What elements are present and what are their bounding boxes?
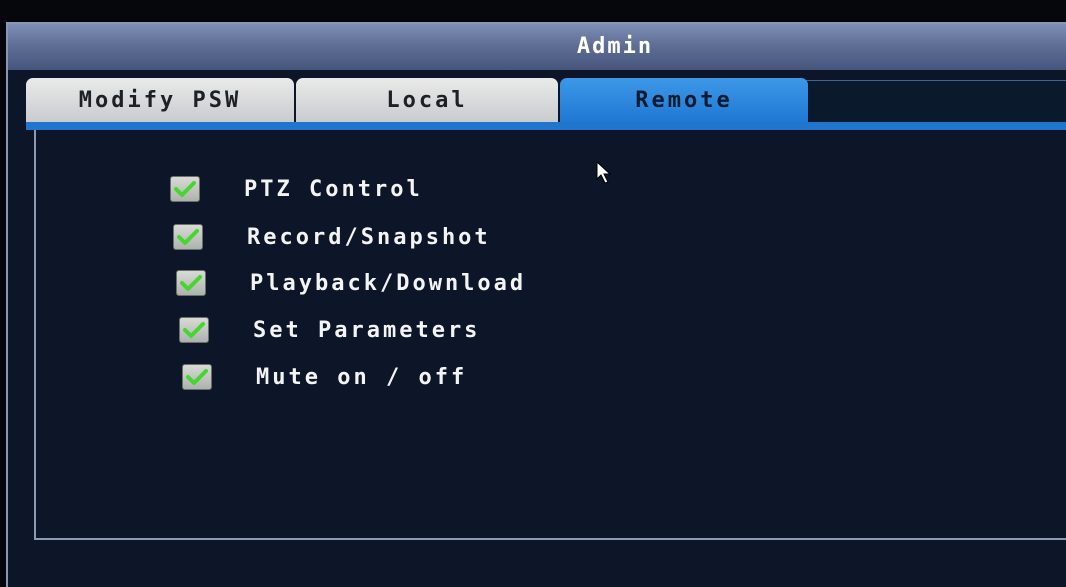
window-title: Admin bbox=[576, 34, 654, 59]
tab-modify-psw[interactable]: Modify PSW bbox=[26, 78, 294, 122]
checkmark-icon bbox=[180, 275, 202, 291]
tab-local[interactable]: Local bbox=[296, 78, 558, 122]
tab-remote[interactable]: Remote bbox=[560, 78, 808, 122]
ptz-control-checkbox[interactable] bbox=[170, 176, 200, 202]
mute-on-off-checkbox[interactable] bbox=[182, 364, 212, 390]
checkmark-icon bbox=[183, 322, 205, 338]
playback-download-checkbox[interactable] bbox=[176, 270, 206, 296]
tab-underline bbox=[26, 122, 1066, 130]
tab-strip-empty-area bbox=[805, 80, 1066, 123]
mute-on-off-label: Mute on / off bbox=[256, 365, 468, 390]
set-parameters-label: Set Parameters bbox=[253, 318, 481, 343]
title-bar: Admin bbox=[8, 24, 1066, 70]
playback-download-label: Playback/Download bbox=[250, 271, 527, 296]
ptz-control-label: PTZ Control bbox=[244, 177, 423, 202]
screen: Admin Modify PSW Local Remote PTZ Contro… bbox=[0, 0, 1066, 587]
set-parameters-checkbox[interactable] bbox=[179, 317, 209, 343]
checkmark-icon bbox=[174, 181, 196, 197]
record-snapshot-checkbox[interactable] bbox=[173, 224, 203, 250]
arrow-cursor-icon bbox=[596, 161, 612, 184]
checkmark-icon bbox=[177, 229, 199, 245]
record-snapshot-label: Record/Snapshot bbox=[247, 225, 491, 250]
checkmark-icon bbox=[186, 369, 208, 385]
